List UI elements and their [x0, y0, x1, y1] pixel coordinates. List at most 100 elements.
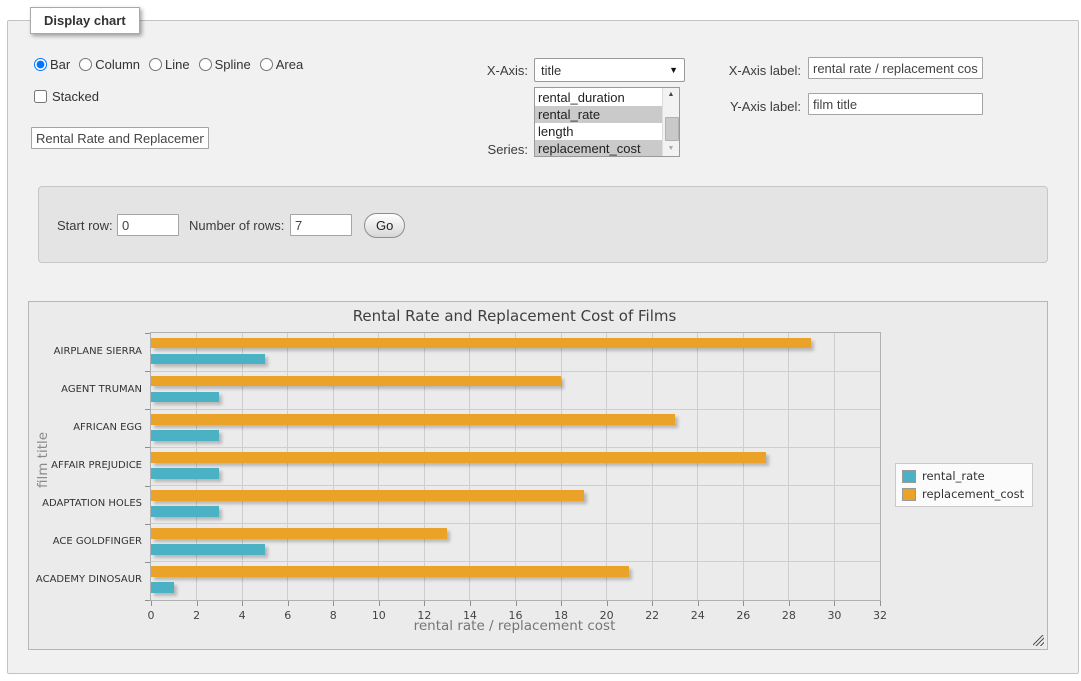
bar-rental_rate — [151, 430, 219, 441]
y-axis-tick — [145, 371, 150, 372]
radio-label: Line — [165, 57, 190, 72]
x-axis-tick — [197, 601, 198, 606]
category-label: ACE GOLDFINGER — [29, 523, 142, 561]
x-axis-tick — [333, 601, 334, 606]
radio-label: Area — [276, 57, 303, 72]
chart-type-radio-group: Bar Column Line Spline Area — [34, 57, 303, 72]
x-axis-select[interactable]: title ▼ — [534, 58, 685, 82]
x-axis-tick — [516, 601, 517, 606]
x-tick-label: 14 — [463, 609, 477, 622]
y-axis-label-input[interactable] — [808, 93, 983, 115]
x-tick-label: 28 — [782, 609, 796, 622]
stacked-option[interactable]: Stacked — [34, 89, 99, 104]
app-window: Display chart Bar Column Line Spline Are… — [0, 0, 1081, 681]
chart-title-input[interactable] — [31, 127, 209, 149]
gridline-vertical — [743, 333, 744, 600]
legend-label: replacement_cost — [922, 487, 1024, 501]
x-tick-label: 0 — [148, 609, 155, 622]
y-axis-tick — [145, 600, 150, 601]
radio-option-bar[interactable]: Bar — [34, 57, 70, 72]
number-of-rows-input[interactable] — [290, 214, 352, 236]
gridline-vertical — [515, 333, 516, 600]
resize-handle-icon[interactable] — [1033, 635, 1044, 646]
start-row-input[interactable] — [117, 214, 179, 236]
x-axis-tick — [607, 601, 608, 606]
radio-option-area[interactable]: Area — [260, 57, 303, 72]
x-axis-tick — [652, 601, 653, 606]
x-tick-label: 12 — [417, 609, 431, 622]
chart-type-radio-area[interactable] — [260, 58, 273, 71]
x-tick-label: 4 — [239, 609, 246, 622]
gridline-horizontal — [151, 523, 880, 524]
x-axis-selected-value: title — [541, 63, 561, 78]
series-option[interactable]: rental_duration — [535, 89, 662, 106]
scroll-down-icon[interactable]: ▼ — [663, 142, 679, 156]
y-axis-label-caption: Y-Axis label: — [708, 99, 801, 114]
gridline-horizontal — [151, 485, 880, 486]
legend-swatch — [902, 488, 916, 501]
series-option[interactable]: replacement_cost — [535, 140, 662, 156]
gridline-vertical — [333, 333, 334, 600]
series-listbox[interactable]: rental_durationrental_ratelengthreplacem… — [534, 87, 680, 157]
gridline-horizontal — [151, 561, 880, 562]
x-axis-tick — [789, 601, 790, 606]
y-axis-tick — [145, 562, 150, 563]
category-label: AGENT TRUMAN — [29, 370, 142, 408]
x-axis-tick — [470, 601, 471, 606]
x-tick-label: 22 — [645, 609, 659, 622]
gridline-vertical — [287, 333, 288, 600]
x-axis-tick — [561, 601, 562, 606]
x-axis-tick — [880, 601, 881, 606]
go-button[interactable]: Go — [364, 213, 405, 238]
start-row-label: Start row: — [57, 218, 113, 233]
series-option[interactable]: length — [535, 123, 662, 140]
radio-option-column[interactable]: Column — [79, 57, 140, 72]
category-label: AFRICAN EGG — [29, 408, 142, 446]
x-axis-tick — [743, 601, 744, 606]
bar-replacement_cost — [151, 452, 766, 463]
scrollbar-thumb[interactable] — [665, 117, 679, 141]
gridline-vertical — [196, 333, 197, 600]
y-axis-tick — [145, 524, 150, 525]
x-tick-label: 32 — [873, 609, 887, 622]
x-tick-label: 30 — [827, 609, 841, 622]
radio-option-spline[interactable]: Spline — [199, 57, 251, 72]
gridline-horizontal — [151, 447, 880, 448]
listbox-scrollbar[interactable]: ▲ ▼ — [662, 88, 679, 156]
bar-rental_rate — [151, 468, 219, 479]
bar-rental_rate — [151, 582, 174, 593]
radio-label: Column — [95, 57, 140, 72]
stacked-checkbox[interactable] — [34, 90, 47, 103]
x-axis-label-input[interactable] — [808, 57, 983, 79]
chart-canvas: Rental Rate and Replacement Cost of Film… — [28, 301, 1048, 650]
series-option[interactable]: rental_rate — [535, 106, 662, 123]
x-tick-label: 20 — [600, 609, 614, 622]
x-axis-tick — [151, 601, 152, 606]
chart-type-radio-column[interactable] — [79, 58, 92, 71]
chart-type-radio-spline[interactable] — [199, 58, 212, 71]
bar-replacement_cost — [151, 338, 811, 349]
radio-option-line[interactable]: Line — [149, 57, 190, 72]
number-of-rows-label: Number of rows: — [189, 218, 284, 233]
display-chart-fieldset: Display chart Bar Column Line Spline Are… — [7, 20, 1079, 674]
y-axis-tick — [145, 409, 150, 410]
x-tick-label: 16 — [509, 609, 523, 622]
gridline-horizontal — [151, 409, 880, 410]
x-tick-label: 26 — [736, 609, 750, 622]
gridline-vertical — [652, 333, 653, 600]
x-axis-tick — [242, 601, 243, 606]
bar-rental_rate — [151, 506, 219, 517]
x-axis-tick — [379, 601, 380, 606]
scroll-up-icon[interactable]: ▲ — [663, 88, 679, 102]
legend-label: rental_rate — [922, 469, 985, 483]
bar-replacement_cost — [151, 566, 629, 577]
chart-title: Rental Rate and Replacement Cost of Film… — [150, 307, 879, 325]
category-label: AFFAIR PREJUDICE — [29, 446, 142, 484]
chart-type-radio-bar[interactable] — [34, 58, 47, 71]
radio-label: Bar — [50, 57, 70, 72]
series-picker-label: Series: — [438, 142, 528, 157]
chart-type-radio-line[interactable] — [149, 58, 162, 71]
row-range-panel: Start row: Number of rows: Go — [38, 186, 1048, 263]
category-label: AIRPLANE SIERRA — [29, 332, 142, 370]
x-tick-label: 10 — [372, 609, 386, 622]
